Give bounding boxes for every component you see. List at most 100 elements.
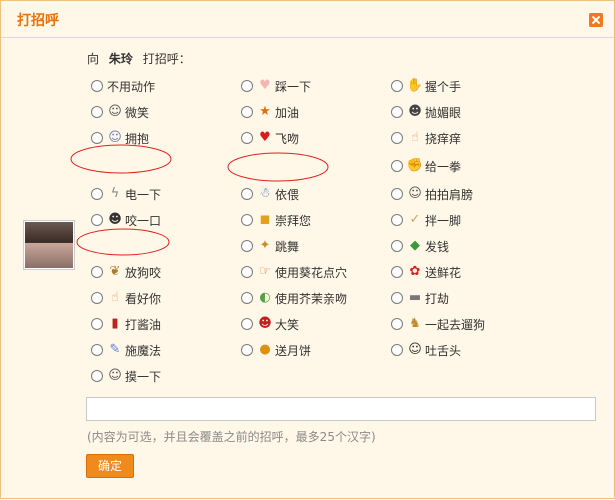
action-radio[interactable] (391, 214, 403, 226)
recipient-name: 朱玲 (108, 52, 133, 66)
soy-sauce-icon: ▮ (111, 316, 119, 331)
action-radio[interactable] (91, 318, 103, 330)
action-option[interactable]: ☃ 依偎 (241, 185, 299, 203)
action-option[interactable]: ✋ 握个手 (391, 77, 461, 95)
message-hint: (内容为可选，并且会覆盖之前的招呼，最多25个汉字) (87, 430, 376, 444)
action-label: 看好你 (125, 291, 162, 306)
action-option[interactable]: ✿ 送鲜花 (391, 263, 461, 281)
action-radio[interactable] (391, 240, 403, 252)
action-radio[interactable] (391, 160, 403, 172)
action-label: 大笑 (275, 317, 300, 332)
handshake-icon: ✋ (406, 78, 424, 93)
action-radio[interactable] (391, 266, 403, 278)
action-option[interactable]: ϟ 电一下 (91, 185, 161, 203)
fist-icon: ✊ (406, 158, 424, 173)
action-option[interactable]: ✦ 跳舞 (241, 237, 299, 255)
lightning-icon: ϟ (110, 186, 120, 201)
action-option[interactable]: ● 送月饼 (241, 341, 311, 359)
action-radio[interactable] (391, 344, 403, 356)
action-radio[interactable] (91, 266, 103, 278)
action-radio[interactable] (241, 132, 253, 144)
action-radio[interactable] (91, 214, 103, 226)
action-option[interactable]: ▬ 打劫 (391, 289, 449, 307)
action-option[interactable]: ▮ 打酱油 (91, 315, 161, 333)
action-label: 挠痒痒 (425, 131, 462, 146)
red-circle-annotation (70, 144, 172, 174)
action-radio[interactable] (241, 80, 253, 92)
action-label: 不用动作 (107, 79, 156, 94)
action-option[interactable]: ♥ 踩一下 (241, 77, 311, 95)
action-label: 踩一下 (275, 79, 312, 94)
tickle-icon: ☝ (411, 130, 419, 145)
action-radio[interactable] (241, 214, 253, 226)
action-option[interactable]: 不用动作 (91, 77, 155, 95)
bite-icon: ☻ (108, 212, 122, 227)
action-option[interactable]: ☝ 挠痒痒 (391, 129, 461, 147)
action-option[interactable]: ★ 加油 (241, 103, 299, 121)
action-radio[interactable] (391, 132, 403, 144)
action-label: 吐舌头 (425, 343, 462, 358)
greeting-line: 向 朱玲 打招呼： (87, 50, 191, 67)
action-radio[interactable] (91, 292, 103, 304)
action-option[interactable]: ☺ 微笑 (91, 103, 149, 121)
action-radio[interactable] (241, 318, 253, 330)
action-radio[interactable] (241, 240, 253, 252)
action-radio[interactable] (91, 188, 103, 200)
message-input[interactable] (86, 397, 596, 421)
action-option[interactable]: ♞ 一起去遛狗 (391, 315, 485, 333)
action-radio[interactable] (391, 188, 403, 200)
action-option[interactable]: ☻ 抛媚眼 (391, 103, 461, 121)
action-radio[interactable] (91, 344, 103, 356)
gun-icon: ▬ (408, 290, 422, 305)
action-radio[interactable] (91, 370, 103, 382)
dog-icon: ❦ (109, 264, 121, 279)
dance-icon: ✦ (259, 238, 271, 253)
action-option[interactable]: ☺ 吐舌头 (391, 341, 461, 359)
tongue-icon: ☺ (408, 342, 422, 357)
action-option[interactable]: ☺ 拥抱 (91, 129, 149, 147)
action-option[interactable]: ☻ 大笑 (241, 315, 299, 333)
wasabi-icon: ◐ (259, 290, 271, 305)
action-option[interactable]: ✎ 施魔法 (91, 341, 161, 359)
action-radio[interactable] (241, 266, 253, 278)
action-option[interactable]: ✊ 给一拳 (391, 157, 461, 175)
action-radio[interactable] (91, 80, 103, 92)
pat-icon: ☺ (408, 186, 422, 201)
action-option[interactable]: ◆ 发钱 (391, 237, 449, 255)
action-label: 打酱油 (125, 317, 162, 332)
action-option[interactable]: ◼ 崇拜您 (241, 211, 311, 229)
confirm-button[interactable]: 确定 (86, 454, 134, 478)
action-radio[interactable] (241, 106, 253, 118)
action-label: 送鲜花 (425, 265, 462, 280)
action-radio[interactable] (391, 106, 403, 118)
trip-icon: ✓ (409, 212, 421, 227)
action-option[interactable]: ☝ 看好你 (91, 289, 161, 307)
action-radio[interactable] (391, 318, 403, 330)
action-label: 咬一口 (125, 213, 162, 228)
action-radio[interactable] (241, 344, 253, 356)
action-label: 握个手 (425, 79, 462, 94)
avatar-photo (25, 222, 73, 268)
action-label: 放狗咬 (125, 265, 162, 280)
action-option[interactable]: ♥ 飞吻 (241, 129, 299, 147)
action-label: 发钱 (425, 239, 450, 254)
action-option[interactable]: ✓ 拌一脚 (391, 211, 461, 229)
action-option[interactable]: ❦ 放狗咬 (91, 263, 161, 281)
action-radio[interactable] (241, 292, 253, 304)
handwritten-annotation-overlay (70, 144, 329, 256)
action-label: 拥抱 (125, 131, 150, 146)
action-label: 使用芥茉亲吻 (275, 291, 348, 306)
action-option[interactable]: ☻ 咬一口 (91, 211, 161, 229)
close-icon[interactable] (589, 13, 603, 27)
action-radio[interactable] (391, 292, 403, 304)
action-radio[interactable] (391, 80, 403, 92)
action-radio[interactable] (241, 188, 253, 200)
action-radio[interactable] (91, 106, 103, 118)
action-option[interactable]: ☺ 摸一下 (91, 367, 161, 385)
action-option[interactable]: ◐ 使用芥茉亲吻 (241, 289, 347, 307)
action-radio[interactable] (91, 132, 103, 144)
action-option[interactable]: ☞ 使用葵花点穴 (241, 263, 347, 281)
action-option[interactable]: ☺ 拍拍肩膀 (391, 185, 473, 203)
smile-icon: ☺ (108, 104, 122, 119)
action-label: 摸一下 (125, 369, 162, 384)
